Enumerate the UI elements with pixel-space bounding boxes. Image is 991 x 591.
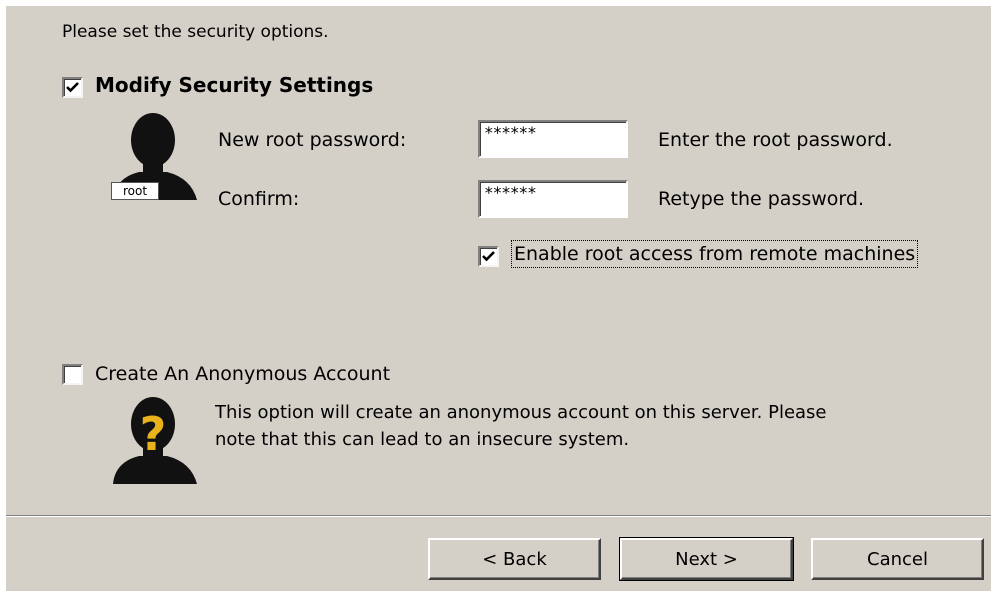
remote-access-label[interactable]: Enable root access from remote machines — [511, 240, 919, 268]
remote-access-checkbox[interactable] — [478, 246, 499, 267]
back-button[interactable]: < Back — [428, 538, 601, 580]
frame-left-edge — [0, 0, 6, 591]
frame-top-edge — [0, 0, 991, 6]
new-password-field[interactable]: ****** — [478, 120, 628, 158]
root-badge: root — [111, 182, 159, 200]
anonymous-account-checkbox[interactable] — [62, 364, 83, 385]
confirm-password-hint: Retype the password. — [658, 188, 864, 210]
confirm-password-field[interactable]: ****** — [478, 180, 628, 218]
checkmark-icon — [482, 251, 495, 262]
next-button[interactable]: Next > — [619, 537, 794, 581]
anonymous-description-line-1: This option will create an anonymous acc… — [215, 402, 827, 423]
cancel-button[interactable]: Cancel — [811, 538, 984, 580]
confirm-password-label: Confirm: — [218, 188, 300, 210]
new-password-label: New root password: — [218, 129, 407, 151]
checkmark-icon — [66, 82, 79, 93]
intro-text: Please set the security options. — [62, 22, 329, 42]
anonymous-account-label[interactable]: Create An Anonymous Account — [95, 363, 390, 385]
modify-security-checkbox[interactable] — [62, 77, 83, 98]
separator-highlight — [6, 516, 991, 517]
new-password-hint: Enter the root password. — [658, 129, 893, 151]
modify-security-label[interactable]: Modify Security Settings — [95, 73, 373, 97]
anonymous-description-line-2: note that this can lead to an insecure s… — [215, 429, 630, 450]
question-mark-glyph: ? — [140, 407, 167, 461]
anonymous-user-icon: ? — [113, 397, 197, 484]
anonymous-description: This option will create an anonymous acc… — [215, 399, 915, 453]
